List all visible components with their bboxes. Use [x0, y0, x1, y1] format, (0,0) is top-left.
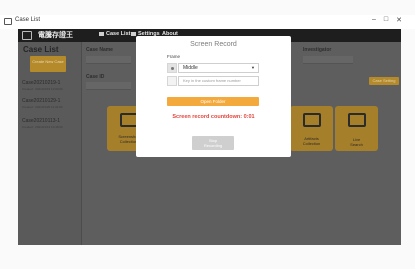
case-name: Case20210219-1: [22, 80, 61, 86]
case-created: Created : 2021/02/19 12:00:00: [22, 87, 63, 91]
investigator-label: Investigator: [303, 47, 332, 53]
case-setting-button[interactable]: Case Setting: [369, 77, 399, 85]
artifacts-icon: [303, 113, 321, 127]
title-bar: Case List – □ ✕: [0, 15, 415, 29]
screen-record-dialog: Screen Record Frame Middle ▼ Key in the …: [136, 36, 291, 157]
settings-icon: [131, 31, 136, 36]
search-icon: [348, 113, 366, 127]
frame-select[interactable]: Middle ▼: [178, 63, 259, 73]
stop-recording-button[interactable]: Stop Recording: [192, 136, 234, 150]
case-created: Created : 2021/01/13 10:48:00: [22, 125, 63, 129]
case-name: Case20210129-1: [22, 98, 61, 104]
investigator-field: [303, 56, 353, 64]
create-case-button[interactable]: Create New Case: [30, 56, 66, 72]
logo-icon: [22, 31, 32, 40]
sidebar: Case List Create New Case Case20210219-1…: [18, 42, 82, 245]
app-window: Case List – □ ✕ 電騰存證王 Case List Settings…: [0, 0, 415, 269]
sidebar-title: Case List: [23, 45, 59, 54]
case-list-item[interactable]: Case20210219-1 Created : 2021/02/19 12:0…: [22, 80, 63, 91]
app-logo-text: 電騰存證王: [38, 31, 73, 39]
app-icon: [4, 18, 12, 25]
dialog-title: Screen Record: [190, 41, 237, 48]
case-name: Case20210113-1: [22, 118, 60, 124]
radio-dot-icon: [171, 67, 174, 70]
case-id-field: [86, 82, 131, 90]
frame-custom-radio[interactable]: [167, 76, 177, 86]
window-title: Case List: [15, 17, 41, 23]
case-id-label: Case ID: [86, 74, 105, 80]
dropdown-arrow-icon: ▼: [251, 65, 255, 70]
maximize-button[interactable]: □: [381, 16, 391, 23]
home-icon: [99, 31, 104, 36]
countdown-text: Screen record countdown: 0:01: [172, 114, 255, 120]
live-search-tile[interactable]: Live Search: [335, 106, 378, 151]
nav-case-list[interactable]: Case List: [99, 31, 130, 37]
minimize-button[interactable]: –: [369, 16, 379, 23]
custom-frame-input[interactable]: Key in the custom frame number: [178, 76, 259, 86]
case-name-field: [86, 56, 131, 64]
frame-preset-radio[interactable]: [167, 63, 177, 73]
case-list-item[interactable]: Case20210129-1 Created : 2021/01/29 11:3…: [22, 98, 62, 109]
open-folder-button[interactable]: Open Folder: [167, 97, 259, 106]
close-button[interactable]: ✕: [394, 16, 404, 24]
case-created: Created : 2021/01/29 11:32:00: [22, 105, 63, 109]
case-name-label: Case Name: [86, 47, 113, 53]
case-list-item[interactable]: Case20210113-1 Created : 2021/01/13 10:4…: [22, 118, 63, 129]
frame-label: Frame: [167, 54, 181, 59]
artifacts-collection-tile[interactable]: Artifacts Collection: [290, 106, 333, 151]
